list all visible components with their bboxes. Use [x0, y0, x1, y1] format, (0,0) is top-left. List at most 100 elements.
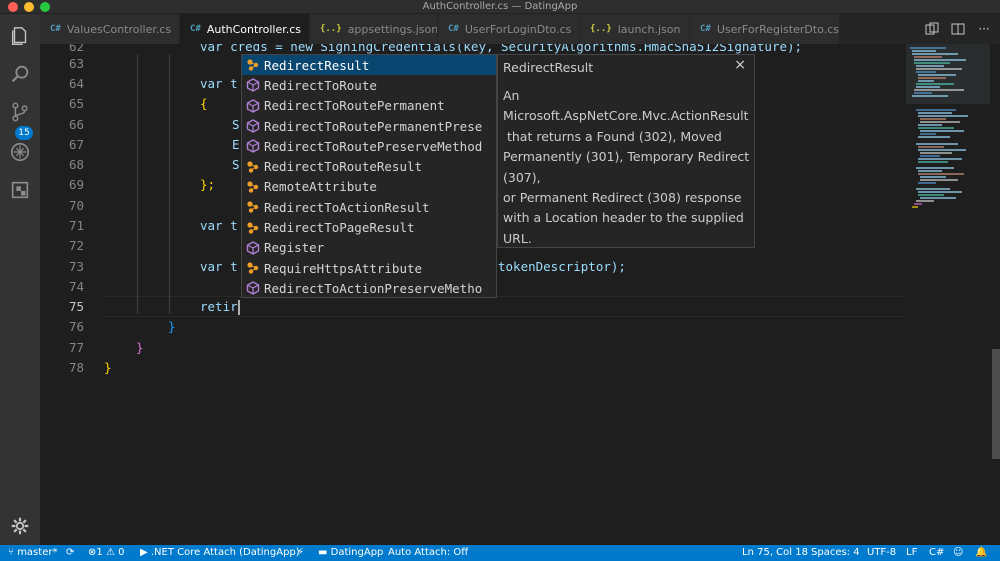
method-icon — [242, 238, 264, 258]
line-number: 72 — [68, 238, 84, 253]
branch-icon: ⑂ — [8, 547, 18, 558]
auto-attach-status[interactable]: Auto Attach: Off — [388, 545, 468, 561]
tab-label: launch.json — [617, 22, 681, 36]
code-line: S — [232, 117, 240, 132]
debug-icon[interactable] — [8, 140, 32, 164]
line-number: 63 — [68, 56, 84, 71]
line-number: 69 — [68, 177, 84, 192]
suggestion-label: RedirectToPageResult — [264, 220, 415, 236]
suggestion-item[interactable]: RedirectToRoute — [242, 75, 496, 95]
play-icon: ▶ — [140, 547, 151, 558]
indent-guide — [169, 54, 170, 314]
details-body: An Microsoft.AspNetCore.Mvc.ActionResult… — [503, 86, 755, 249]
activity-bar: 15 — [0, 14, 40, 545]
suggestion-item[interactable]: RedirectToRoutePermanent — [242, 96, 496, 116]
suggest-details: RedirectResult × An Microsoft.AspNetCore… — [497, 54, 755, 248]
details-line: with a Location header to the supplied — [503, 210, 744, 226]
error-count: 1 — [96, 547, 103, 558]
branch-status[interactable]: ⑂ master* — [8, 545, 57, 561]
eol-status[interactable]: LF — [906, 545, 917, 561]
csharp-file-icon: C# — [50, 24, 61, 34]
gear-icon[interactable] — [8, 514, 32, 538]
suggestion-item[interactable]: RedirectToActionResult — [242, 197, 496, 217]
tab-user-for-login-dto[interactable]: C# UserForLoginDto.cs — [438, 14, 580, 44]
split-editor-icon[interactable] — [950, 21, 966, 37]
code-line: var t — [200, 259, 238, 274]
details-title: RedirectResult — [503, 60, 594, 75]
tab-launch[interactable]: {..} launch.json — [580, 14, 690, 44]
suggestion-item[interactable]: RemoteAttribute — [242, 177, 496, 197]
feedback-icon[interactable]: ☺ — [953, 545, 963, 561]
language-mode[interactable]: C# — [929, 545, 944, 561]
title-bar: AuthController.cs — DatingApp — [0, 0, 1000, 14]
suggestion-item[interactable]: RedirectToRoutePermanentPrese — [242, 116, 496, 136]
indent-guide — [137, 54, 138, 314]
source-control-icon[interactable] — [8, 100, 32, 124]
typed-text: retir — [200, 299, 238, 314]
code-line: { — [200, 96, 208, 111]
suggestion-item[interactable]: Register — [242, 238, 496, 258]
files-icon[interactable] — [8, 24, 32, 48]
scrollbar-thumb[interactable] — [992, 349, 1000, 459]
tab-values-controller[interactable]: C# ValuesController.cs — [40, 14, 180, 44]
sync-icon[interactable]: ⟳ — [66, 545, 74, 561]
suggestion-item[interactable]: RedirectToRoutePreserveMethod — [242, 136, 496, 156]
method-icon — [242, 75, 264, 95]
encoding-status[interactable]: UTF-8 — [867, 545, 896, 561]
line-number-current: 75 — [68, 299, 84, 314]
notifications-icon[interactable]: 🔔 — [975, 545, 987, 561]
suggestion-item[interactable]: RedirectToPageResult — [242, 217, 496, 238]
csharp-file-icon: C# — [700, 24, 711, 34]
indentation-status[interactable]: Spaces: 4 — [811, 545, 860, 561]
editor-actions: ··· — [924, 14, 992, 44]
suggestion-item[interactable]: RedirectResult — [242, 55, 496, 76]
line-number: 66 — [68, 117, 84, 132]
code-line-current: retir — [200, 299, 240, 315]
folder-icon: ▬ — [318, 547, 331, 558]
csharp-file-icon: C# — [190, 24, 201, 34]
vertical-scrollbar[interactable] — [992, 44, 1000, 545]
tab-user-for-register-dto[interactable]: C# UserForRegisterDto.cs — [690, 14, 840, 44]
suggestion-label: RedirectToActionPreserveMetho — [264, 280, 483, 296]
tab-label: AuthController.cs — [206, 22, 301, 36]
code-line: E — [232, 137, 240, 152]
branch-name: master* — [17, 547, 58, 558]
open-changes-icon[interactable] — [924, 21, 940, 37]
tab-appsettings[interactable]: {..} appsettings.json — [310, 14, 438, 44]
tab-auth-controller[interactable]: C# AuthController.cs ✕ — [180, 14, 310, 44]
class-icon — [242, 218, 264, 238]
suggestion-item[interactable]: RedirectToRouteResult — [242, 157, 496, 177]
method-icon — [242, 136, 264, 156]
suggestion-label: RedirectToRoutePermanentPrese — [264, 118, 483, 134]
code-line: var t — [200, 76, 238, 91]
csharp-file-icon: C# — [448, 24, 459, 34]
problems-status[interactable]: ⊗1 ⚠ 0 — [88, 545, 124, 561]
more-actions-icon[interactable]: ··· — [976, 21, 992, 37]
code-line: } — [136, 340, 144, 355]
debug-config-status[interactable]: ▶ .NET Core Attach (DatingApp) — [140, 545, 300, 561]
project-status[interactable]: ▬ DatingApp — [318, 545, 383, 561]
search-icon[interactable] — [8, 62, 32, 86]
class-icon — [242, 177, 264, 197]
tab-label: appsettings.json — [347, 22, 438, 36]
status-bar: ⑂ master* ⟳ ⊗1 ⚠ 0 ▶ .NET Core Attach (D… — [0, 545, 1000, 561]
line-number: 62 — [68, 44, 84, 54]
line-number: 65 — [68, 96, 84, 111]
minimap[interactable] — [906, 44, 990, 545]
project-name: DatingApp — [330, 547, 384, 558]
json-file-icon: {..} — [590, 24, 612, 34]
warning-count: 0 — [118, 547, 125, 558]
close-icon[interactable]: × — [734, 57, 746, 73]
live-share-icon[interactable]: ⚡ — [297, 545, 304, 561]
suggestion-item[interactable]: RedirectToActionPreserveMetho — [242, 278, 496, 297]
suggestion-item[interactable]: RequireHttpsAttribute — [242, 258, 496, 278]
window-title: AuthController.cs — DatingApp — [422, 1, 578, 12]
cursor-position[interactable]: Ln 75, Col 18 — [742, 545, 808, 561]
suggestion-label: Register — [264, 240, 325, 256]
line-number: 73 — [68, 259, 84, 274]
class-icon — [242, 55, 264, 75]
method-icon — [242, 96, 264, 116]
tab-label: UserForLoginDto.cs — [464, 22, 572, 36]
suggestion-label: RemoteAttribute — [264, 179, 377, 195]
extensions-icon[interactable] — [8, 178, 32, 202]
